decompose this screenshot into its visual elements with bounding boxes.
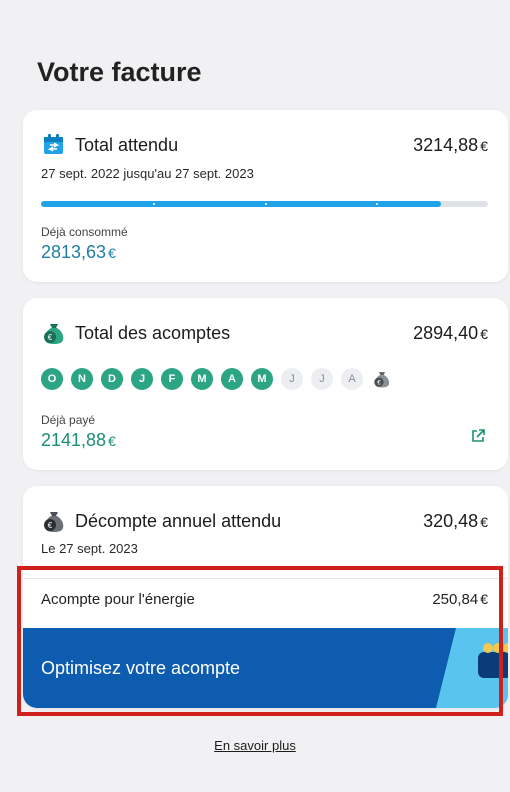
month-chip: J [131,368,153,390]
money-bag-icon: € [41,320,67,346]
total-expected-card[interactable]: Total attendu 3214,88 € 27 sept. 2022 jus… [23,110,508,282]
external-link-icon[interactable] [470,428,486,449]
svg-text:€: € [48,333,53,342]
month-chip: N [71,368,93,390]
deposits-header: € Total des acomptes 2894,40 € [41,320,488,346]
money-bag-icon: € [41,508,67,534]
paid-value: 2141,88 € [41,430,116,450]
energy-deposit-row: Acompte pour l'énergie 250,84 € [41,591,488,608]
annual-statement-header: € Décompte annuel attendu 320,48 € [41,508,488,534]
total-expected-amount: 3214,88 € [413,134,488,155]
total-expected-header: Total attendu 3214,88 € [41,132,488,158]
deposits-title: Total des acomptes [75,322,231,343]
annual-statement-title: Décompte annuel attendu [75,510,282,531]
svg-text:€: € [377,379,381,386]
optimize-deposit-text: Optimisez votre acompte [41,658,241,678]
energy-deposit-label: Acompte pour l'énergie [41,591,195,608]
svg-text:€: € [48,521,53,530]
consumption-progress-fill [41,201,442,207]
month-chip: M [191,368,213,390]
annual-statement-card[interactable]: € Décompte annuel attendu 320,48 € Le 27 … [23,486,508,708]
progress-tick [152,203,155,205]
month-chip: F [161,368,183,390]
learn-more-link[interactable]: En savoir plus [214,738,296,753]
billing-period: 27 sept. 2022 jusqu'au 27 sept. 2023 [41,166,254,181]
month-chip: J [281,368,303,390]
paid-label: Déjà payé [41,413,96,427]
total-expected-title: Total attendu [75,134,179,155]
monthly-payments-timeline: ONDJFMAMJJA € [41,368,393,390]
optimize-deposit-banner[interactable]: Optimisez votre acompte [23,628,508,708]
deposits-card[interactable]: € Total des acomptes 2894,40 € ONDJFMAMJJ… [23,298,508,470]
month-chip: O [41,368,63,390]
statement-date: Le 27 sept. 2023 [41,541,138,556]
consumed-label: Déjà consommé [41,225,128,239]
month-chip: A [221,368,243,390]
wallet-illustration-icon [428,628,508,708]
money-bag-icon: € [371,368,393,390]
consumed-value: 2813,63 € [41,242,116,262]
annual-statement-amount: 320,48 € [423,510,488,531]
learn-more-container: En savoir plus [0,737,510,755]
deposits-amount: 2894,40 € [413,322,488,343]
consumption-progress-bar [41,201,488,207]
divider [23,578,508,579]
month-chip: J [311,368,333,390]
page-title: Votre facture [37,57,202,87]
month-chip: M [251,368,273,390]
progress-tick [264,203,267,205]
month-chip: D [101,368,123,390]
calendar-icon [41,132,67,158]
month-chip: A [341,368,363,390]
energy-deposit-amount: 250,84 € [432,591,488,608]
